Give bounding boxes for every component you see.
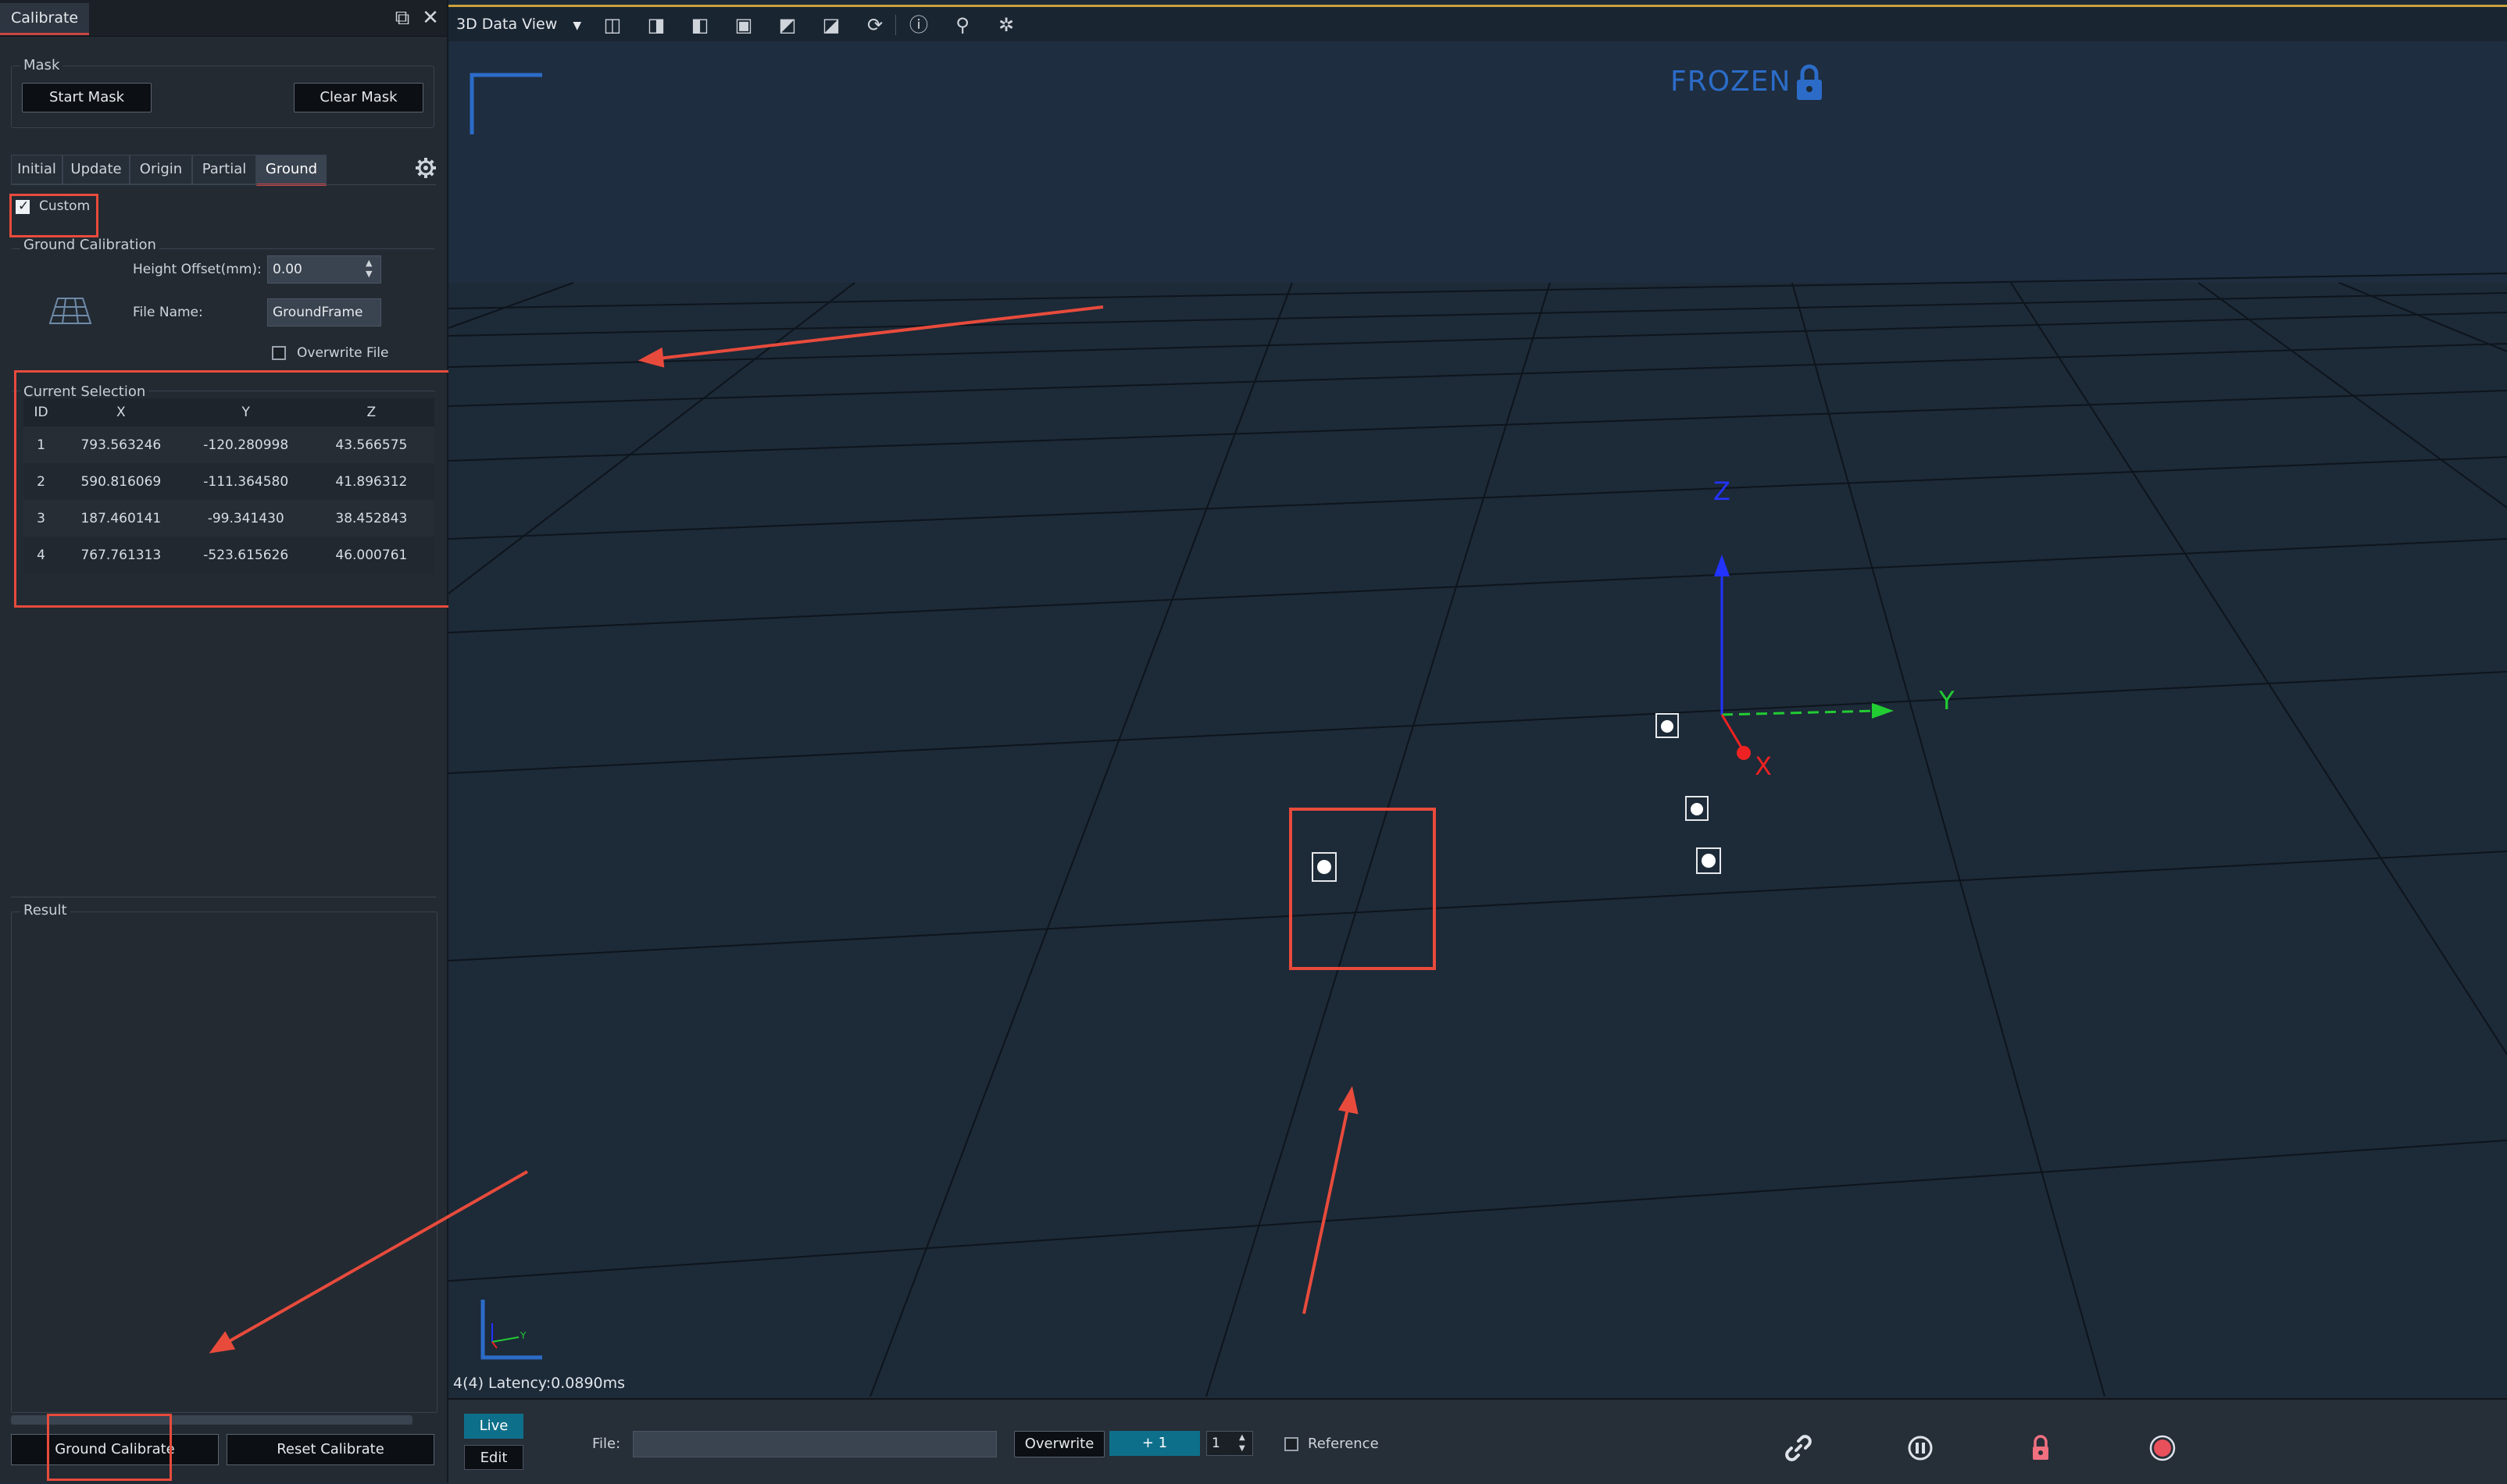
ground-calibrate-button[interactable]: Ground Calibrate (11, 1434, 219, 1465)
y-axis-label: Y (1938, 686, 1955, 715)
cell-y: -111.364580 (183, 463, 309, 500)
custom-checkbox[interactable] (16, 198, 30, 214)
settings-gear-icon[interactable] (414, 156, 437, 180)
link-icon[interactable] (1783, 1432, 1814, 1464)
float-window-icon[interactable]: ⧉ (391, 6, 414, 30)
record-icon[interactable] (2147, 1432, 2178, 1464)
cell-z: 43.566575 (308, 426, 434, 463)
toolbar-separator (895, 15, 896, 35)
overwrite-file-checkbox[interactable] (272, 346, 286, 360)
file-label: File: (592, 1436, 621, 1452)
table-row[interactable]: 3 187.460141 -99.341430 38.452843 (23, 500, 434, 537)
live-mode-button[interactable]: Live (464, 1414, 523, 1439)
ground-grid-scene: Z Y X Y (448, 0, 2507, 1397)
cell-x: 793.563246 (58, 426, 184, 463)
panel-titlebar: Calibrate ⧉ ✕ (0, 0, 447, 37)
close-icon[interactable]: ✕ (419, 6, 442, 30)
view-left-icon[interactable]: ◧ (687, 12, 712, 37)
tab-partial[interactable]: Partial (192, 155, 256, 184)
reference-checkbox[interactable] (1284, 1437, 1298, 1451)
reference-label: Reference (1308, 1436, 1379, 1452)
increment-step-input[interactable]: 1 (1206, 1431, 1253, 1456)
cell-y: -523.615626 (183, 537, 309, 573)
select-points-icon[interactable]: ✲ (994, 12, 1019, 37)
table-row[interactable]: 4 767.761313 -523.615626 46.000761 (23, 537, 434, 573)
cell-id: 4 (23, 537, 59, 573)
recording-file-input[interactable] (633, 1431, 997, 1457)
column-y[interactable]: Y (183, 398, 309, 426)
current-selection-table: ID X Y Z 1 793.563246 -120.280998 43.566… (23, 398, 434, 573)
overwrite-file-label: Overwrite File (297, 345, 389, 361)
cell-x: 590.816069 (58, 463, 184, 500)
x-axis-point (1737, 746, 1751, 760)
result-title: Result (20, 902, 70, 919)
height-offset-input[interactable]: 0.00 (267, 255, 381, 284)
mask-group-title: Mask (20, 57, 63, 73)
view-front-icon[interactable]: ◫ (600, 12, 625, 37)
3d-viewport[interactable]: Z Y X Y 3D Data View ▼ ◫ ◨ ◧ ▣ ◩ ◪ ⟳ ⓘ ⚲… (448, 0, 2507, 1397)
cell-z: 41.896312 (308, 463, 434, 500)
reset-calibrate-button[interactable]: Reset Calibrate (227, 1434, 434, 1465)
latency-readout: 4(4) Latency:0.0890ms (453, 1375, 626, 1392)
view-bottom-icon[interactable]: ◪ (819, 12, 844, 37)
z-axis-label: Z (1713, 476, 1730, 506)
table-header-row: ID X Y Z (23, 398, 434, 426)
playback-bar: Live Edit File: Overwrite + 1 1 ▲ ▼ Refer… (448, 1398, 2507, 1484)
frozen-indicator: FROZEN (1670, 66, 1791, 98)
view-right-icon[interactable]: ▣ (731, 12, 756, 37)
cell-id: 3 (23, 500, 59, 537)
tab-divider (11, 184, 436, 185)
cell-z: 46.000761 (308, 537, 434, 573)
view-back-icon[interactable]: ◨ (644, 12, 669, 37)
increment-button[interactable]: + 1 (1109, 1431, 1200, 1456)
cell-y: -99.341430 (183, 500, 309, 537)
cell-id: 2 (23, 463, 59, 500)
lock-icon[interactable] (2025, 1432, 2056, 1464)
current-selection-title: Current Selection (20, 383, 149, 400)
step-spinner[interactable]: ▲ ▼ (1239, 1432, 1245, 1454)
height-offset-spinner[interactable]: ▲ ▼ (366, 258, 372, 280)
tab-origin[interactable]: Origin (130, 155, 192, 184)
cell-id: 1 (23, 426, 59, 463)
start-mask-button[interactable]: Start Mask (22, 83, 152, 112)
column-z[interactable]: Z (308, 398, 434, 426)
cell-x: 187.460141 (58, 500, 184, 537)
tab-initial[interactable]: Initial (11, 155, 62, 184)
ground-grid-icon (48, 298, 92, 324)
custom-label: Custom (39, 198, 91, 214)
cell-y: -120.280998 (183, 426, 309, 463)
horizontal-scrollbar[interactable] (11, 1415, 412, 1425)
pause-icon[interactable] (1905, 1432, 1936, 1464)
view-selector[interactable]: 3D Data View ▼ (456, 7, 581, 41)
overwrite-button[interactable]: Overwrite (1014, 1431, 1105, 1457)
ground-calibration-title: Ground Calibration (20, 237, 159, 253)
calibrate-panel: Calibrate ⧉ ✕ Mask Start Mask Clear Mask… (0, 0, 519, 1482)
mini-y-label: Y (520, 1330, 527, 1341)
table-row[interactable]: 2 590.816069 -111.364580 41.896312 (23, 463, 434, 500)
reset-view-icon[interactable]: ⟳ (862, 12, 887, 37)
x-axis-label: X (1755, 751, 1772, 781)
calibrate-tab[interactable]: Calibrate (0, 3, 90, 35)
height-offset-label: Height Offset(mm): (133, 262, 262, 277)
clear-mask-button[interactable]: Clear Mask (294, 83, 423, 112)
file-name-label: File Name: (133, 305, 203, 320)
view-name: 3D Data View (456, 16, 558, 33)
table-row[interactable]: 1 793.563246 -120.280998 43.566575 (23, 426, 434, 463)
info-icon[interactable]: ⓘ (906, 12, 931, 37)
file-name-input[interactable]: GroundFrame (267, 298, 381, 326)
result-group (11, 911, 437, 1413)
cell-x: 767.761313 (58, 537, 184, 573)
tab-ground[interactable]: Ground (256, 155, 327, 186)
column-x[interactable]: X (58, 398, 184, 426)
tab-update[interactable]: Update (62, 155, 130, 184)
edit-mode-button[interactable]: Edit (464, 1445, 523, 1470)
viewport-toolbar: 3D Data View ▼ ◫ ◨ ◧ ▣ ◩ ◪ ⟳ ⓘ ⚲ ✲ (448, 5, 2507, 41)
column-id[interactable]: ID (23, 398, 59, 426)
cell-z: 38.452843 (308, 500, 434, 537)
view-top-icon[interactable]: ◩ (775, 12, 800, 37)
frozen-lock-icon (1797, 64, 1822, 100)
chevron-down-icon: ▼ (573, 20, 582, 32)
axes-toggle-icon[interactable]: ⚲ (950, 12, 975, 37)
